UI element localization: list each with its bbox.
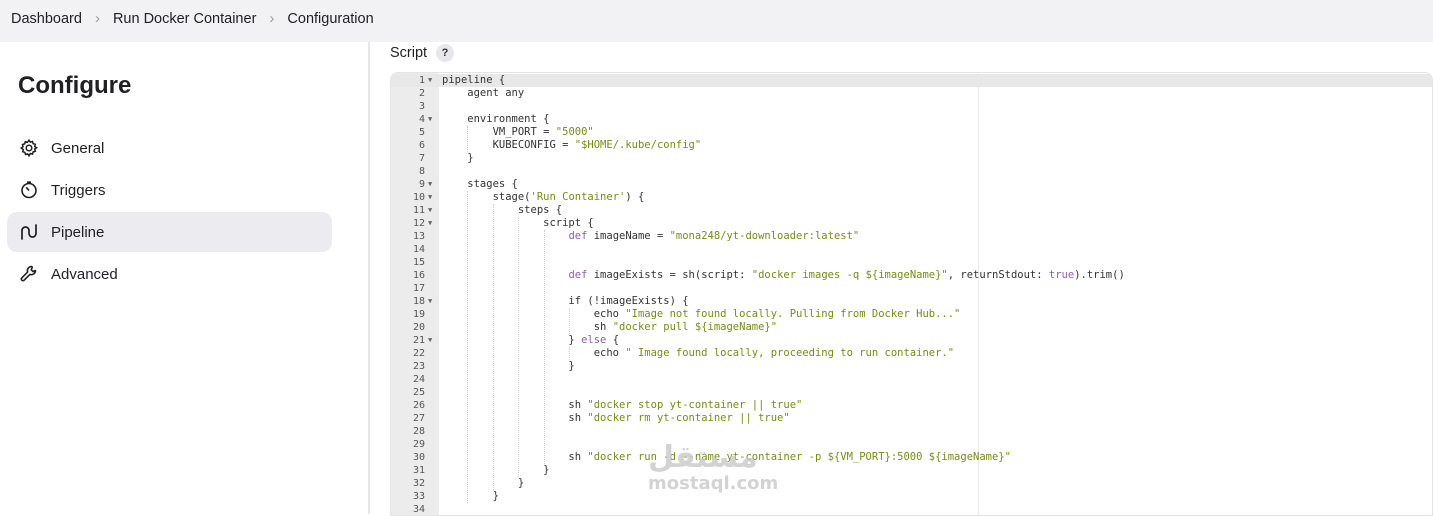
code-text: if (!imageExists) { — [442, 295, 689, 307]
line-number: 8 — [418, 166, 425, 177]
code-text: sh "docker rm yt-container || true" — [442, 412, 790, 424]
sidebar-item-advanced[interactable]: Advanced — [7, 254, 332, 294]
line-number: 31 — [412, 465, 425, 476]
breadcrumb-run-docker-container[interactable]: Run Docker Container — [113, 11, 256, 27]
sidebar-item-pipeline[interactable]: Pipeline — [7, 212, 332, 252]
code-text: KUBECONFIG = "$HOME/.kube/config" — [442, 139, 702, 151]
fold-arrow-icon[interactable]: ▼ — [428, 334, 436, 347]
sidebar-item-general[interactable]: General — [7, 128, 332, 168]
pipeline-icon — [19, 222, 39, 242]
page-title: Configure — [18, 72, 132, 99]
line-number: 23 — [412, 361, 425, 372]
line-number: 25 — [412, 387, 425, 398]
code-text: sh "docker pull ${imageName}" — [442, 321, 778, 333]
chevron-right-icon: › — [94, 10, 100, 27]
gear-icon — [19, 138, 39, 158]
line-number: 2 — [418, 88, 425, 99]
line-number: 9 — [418, 179, 425, 190]
line-number: 11 — [412, 205, 425, 216]
fold-arrow-icon[interactable]: ▼ — [428, 191, 436, 204]
line-number: 33 — [412, 491, 425, 502]
line-number: 24 — [412, 374, 425, 385]
sidebar-item-label: Triggers — [51, 181, 106, 199]
code-text: stages { — [442, 178, 518, 190]
fold-arrow-icon[interactable]: ▼ — [428, 178, 436, 191]
code-text: } — [442, 464, 550, 476]
code-text: def imageExists = sh(script: "docker ima… — [568, 269, 1125, 281]
line-number: 10 — [412, 192, 425, 203]
sidebar-item-triggers[interactable]: Triggers — [7, 170, 332, 210]
print-margin — [978, 73, 979, 515]
fold-arrow-icon[interactable]: ▼ — [428, 74, 436, 87]
line-number: 7 — [418, 153, 425, 164]
line-number: 1 — [418, 75, 425, 86]
code-text: } — [442, 477, 525, 489]
breadcrumb: Dashboard › Run Docker Container › Confi… — [11, 10, 374, 27]
sidebar-divider — [368, 42, 370, 514]
code-text: } — [442, 152, 474, 164]
help-icon[interactable]: ? — [436, 44, 454, 62]
code-text: def imageName = "mona248/yt-downloader:l… — [568, 230, 860, 242]
script-editor[interactable]: 1 ▼ pipeline {2 agent any 3 4 ▼ environment {… — [390, 72, 1433, 516]
active-line-highlight — [391, 74, 1432, 87]
fold-arrow-icon[interactable]: ▼ — [428, 204, 436, 217]
chevron-right-icon: › — [269, 10, 275, 27]
line-number: 17 — [412, 283, 425, 294]
line-number: 15 — [412, 257, 425, 268]
code-text: stage('Run Container') { — [442, 191, 645, 203]
sidebar-nav: General Triggers Pipeline Advanced — [7, 128, 332, 296]
line-number: 6 — [418, 140, 425, 151]
code-text: echo " Image found locally, proceeding t… — [442, 347, 955, 359]
wrench-icon — [19, 264, 39, 284]
line-number: 29 — [412, 439, 425, 450]
code-text: VM_PORT = "5000" — [442, 126, 594, 138]
breadcrumb-dashboard[interactable]: Dashboard — [11, 11, 82, 27]
line-number: 34 — [412, 504, 425, 515]
line-number: 14 — [412, 244, 425, 255]
code-text: script { — [442, 217, 594, 229]
code-text: } — [442, 360, 575, 372]
line-number: 3 — [418, 101, 425, 112]
code-text: } — [442, 490, 499, 502]
code-text: environment { — [442, 113, 550, 125]
code-text: echo "Image not found locally. Pulling f… — [442, 308, 961, 320]
line-number: 20 — [412, 322, 425, 333]
fold-arrow-icon[interactable]: ▼ — [428, 113, 436, 126]
sidebar-item-label: Advanced — [51, 265, 118, 283]
line-number: 4 — [418, 114, 425, 125]
line-number: 16 — [412, 270, 425, 281]
line-number: 18 — [412, 296, 425, 307]
line-number: 26 — [412, 400, 425, 411]
code-text: sh "docker stop yt-container || true" — [442, 399, 803, 411]
line-number: 27 — [412, 413, 425, 424]
line-number: 5 — [418, 127, 425, 138]
code-text: pipeline { — [442, 74, 506, 86]
line-number: 22 — [412, 348, 425, 359]
sidebar: Configure General Triggers Pipeline Adva… — [0, 42, 368, 514]
breadcrumb-bar: Dashboard › Run Docker Container › Confi… — [0, 0, 1433, 42]
line-number: 19 — [412, 309, 425, 320]
fold-arrow-icon[interactable]: ▼ — [428, 295, 436, 308]
line-number: 28 — [412, 426, 425, 437]
line-number: 13 — [412, 231, 425, 242]
sidebar-item-label: General — [51, 139, 105, 157]
line-number: 32 — [412, 478, 425, 489]
fold-arrow-icon[interactable]: ▼ — [428, 217, 436, 230]
watermark: مستقل mostaql.com — [648, 440, 778, 494]
code-text: agent any — [442, 87, 525, 99]
code-text: steps { — [442, 204, 563, 216]
watermark-latin: mostaql.com — [648, 473, 779, 494]
watermark-arabic: مستقل — [648, 440, 758, 475]
line-number: 12 — [412, 218, 425, 229]
sidebar-item-label: Pipeline — [51, 223, 105, 241]
breadcrumb-configuration[interactable]: Configuration — [287, 11, 373, 27]
stopwatch-icon — [19, 180, 39, 200]
line-number: 21 — [412, 335, 425, 346]
script-label: Script — [390, 45, 428, 61]
code-text: } else { — [442, 334, 620, 346]
line-number: 30 — [412, 452, 425, 463]
